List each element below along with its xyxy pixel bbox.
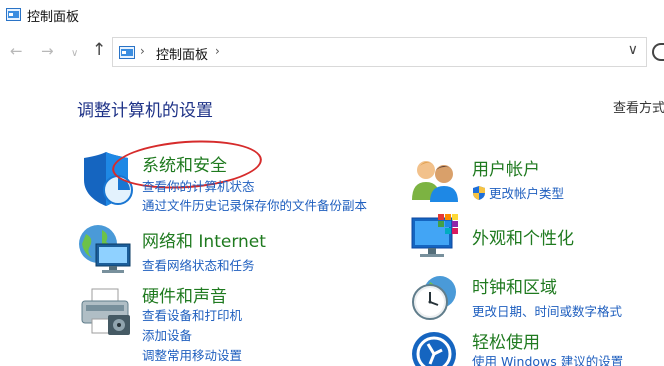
recent-locations-chevron-icon[interactable]: ∨ — [71, 45, 78, 63]
category-ease-of-access[interactable]: 轻松使用 — [472, 328, 540, 353]
navigation-bar: ← → ∨ ↑ › 控制面板 › ∨ — [0, 34, 664, 70]
link-file-history-backup[interactable]: 通过文件历史记录保存你的文件备份副本 — [142, 195, 367, 214]
link-change-account-type[interactable]: 更改帐户类型 — [472, 183, 564, 202]
category-hardware-sound[interactable]: 硬件和声音 — [142, 282, 227, 307]
link-add-device[interactable]: 添加设备 — [142, 325, 192, 344]
address-dropdown-chevron-icon[interactable]: ∨ — [628, 42, 638, 58]
category-appearance-personalization[interactable]: 外观和个性化 — [472, 224, 574, 249]
up-arrow-icon[interactable]: ↑ — [92, 41, 106, 59]
uac-shield-icon — [473, 186, 485, 200]
breadcrumb-separator-icon[interactable]: › — [140, 44, 145, 58]
link-view-computer-status[interactable]: 查看你的计算机状态 — [142, 176, 255, 195]
link-windows-recommended-settings[interactable]: 使用 Windows 建议的设置 — [472, 351, 623, 366]
back-arrow-icon[interactable]: ← — [10, 42, 23, 60]
control-panel-icon — [119, 46, 135, 59]
window-title: 控制面板 — [27, 10, 80, 25]
breadcrumb-separator-icon[interactable]: › — [215, 44, 220, 58]
category-user-accounts[interactable]: 用户帐户 — [472, 155, 540, 180]
title-bar: 控制面板 — [0, 0, 664, 30]
forward-arrow-icon[interactable]: → — [41, 42, 54, 60]
ease-of-access-icon[interactable] — [410, 330, 458, 366]
page-title: 调整计算机的设置 — [77, 101, 213, 121]
refresh-icon[interactable] — [652, 43, 664, 61]
user-accounts-icon[interactable] — [410, 156, 462, 202]
link-change-date-time-format[interactable]: 更改日期、时间或数字格式 — [472, 301, 622, 320]
category-clock-region[interactable]: 时钟和区域 — [472, 273, 557, 298]
category-network-internet[interactable]: 网络和 Internet — [142, 227, 266, 252]
address-bar[interactable]: › 控制面板 › ∨ — [112, 37, 647, 67]
link-devices-printers[interactable]: 查看设备和打印机 — [142, 305, 242, 324]
link-mobility-settings[interactable]: 调整常用移动设置 — [142, 345, 242, 364]
control-panel-icon — [6, 8, 21, 21]
breadcrumb-control-panel[interactable]: 控制面板 — [156, 44, 208, 63]
appearance-personalization-icon[interactable] — [408, 212, 462, 262]
network-globe-icon[interactable] — [76, 224, 134, 274]
printer-icon[interactable] — [78, 287, 134, 337]
link-change-account-type-label: 更改帐户类型 — [489, 186, 565, 201]
category-system-security[interactable]: 系统和安全 — [142, 151, 227, 176]
view-by-label[interactable]: 查看方式 — [613, 97, 664, 116]
link-network-status[interactable]: 查看网络状态和任务 — [142, 255, 255, 274]
clock-globe-icon[interactable] — [410, 272, 460, 322]
